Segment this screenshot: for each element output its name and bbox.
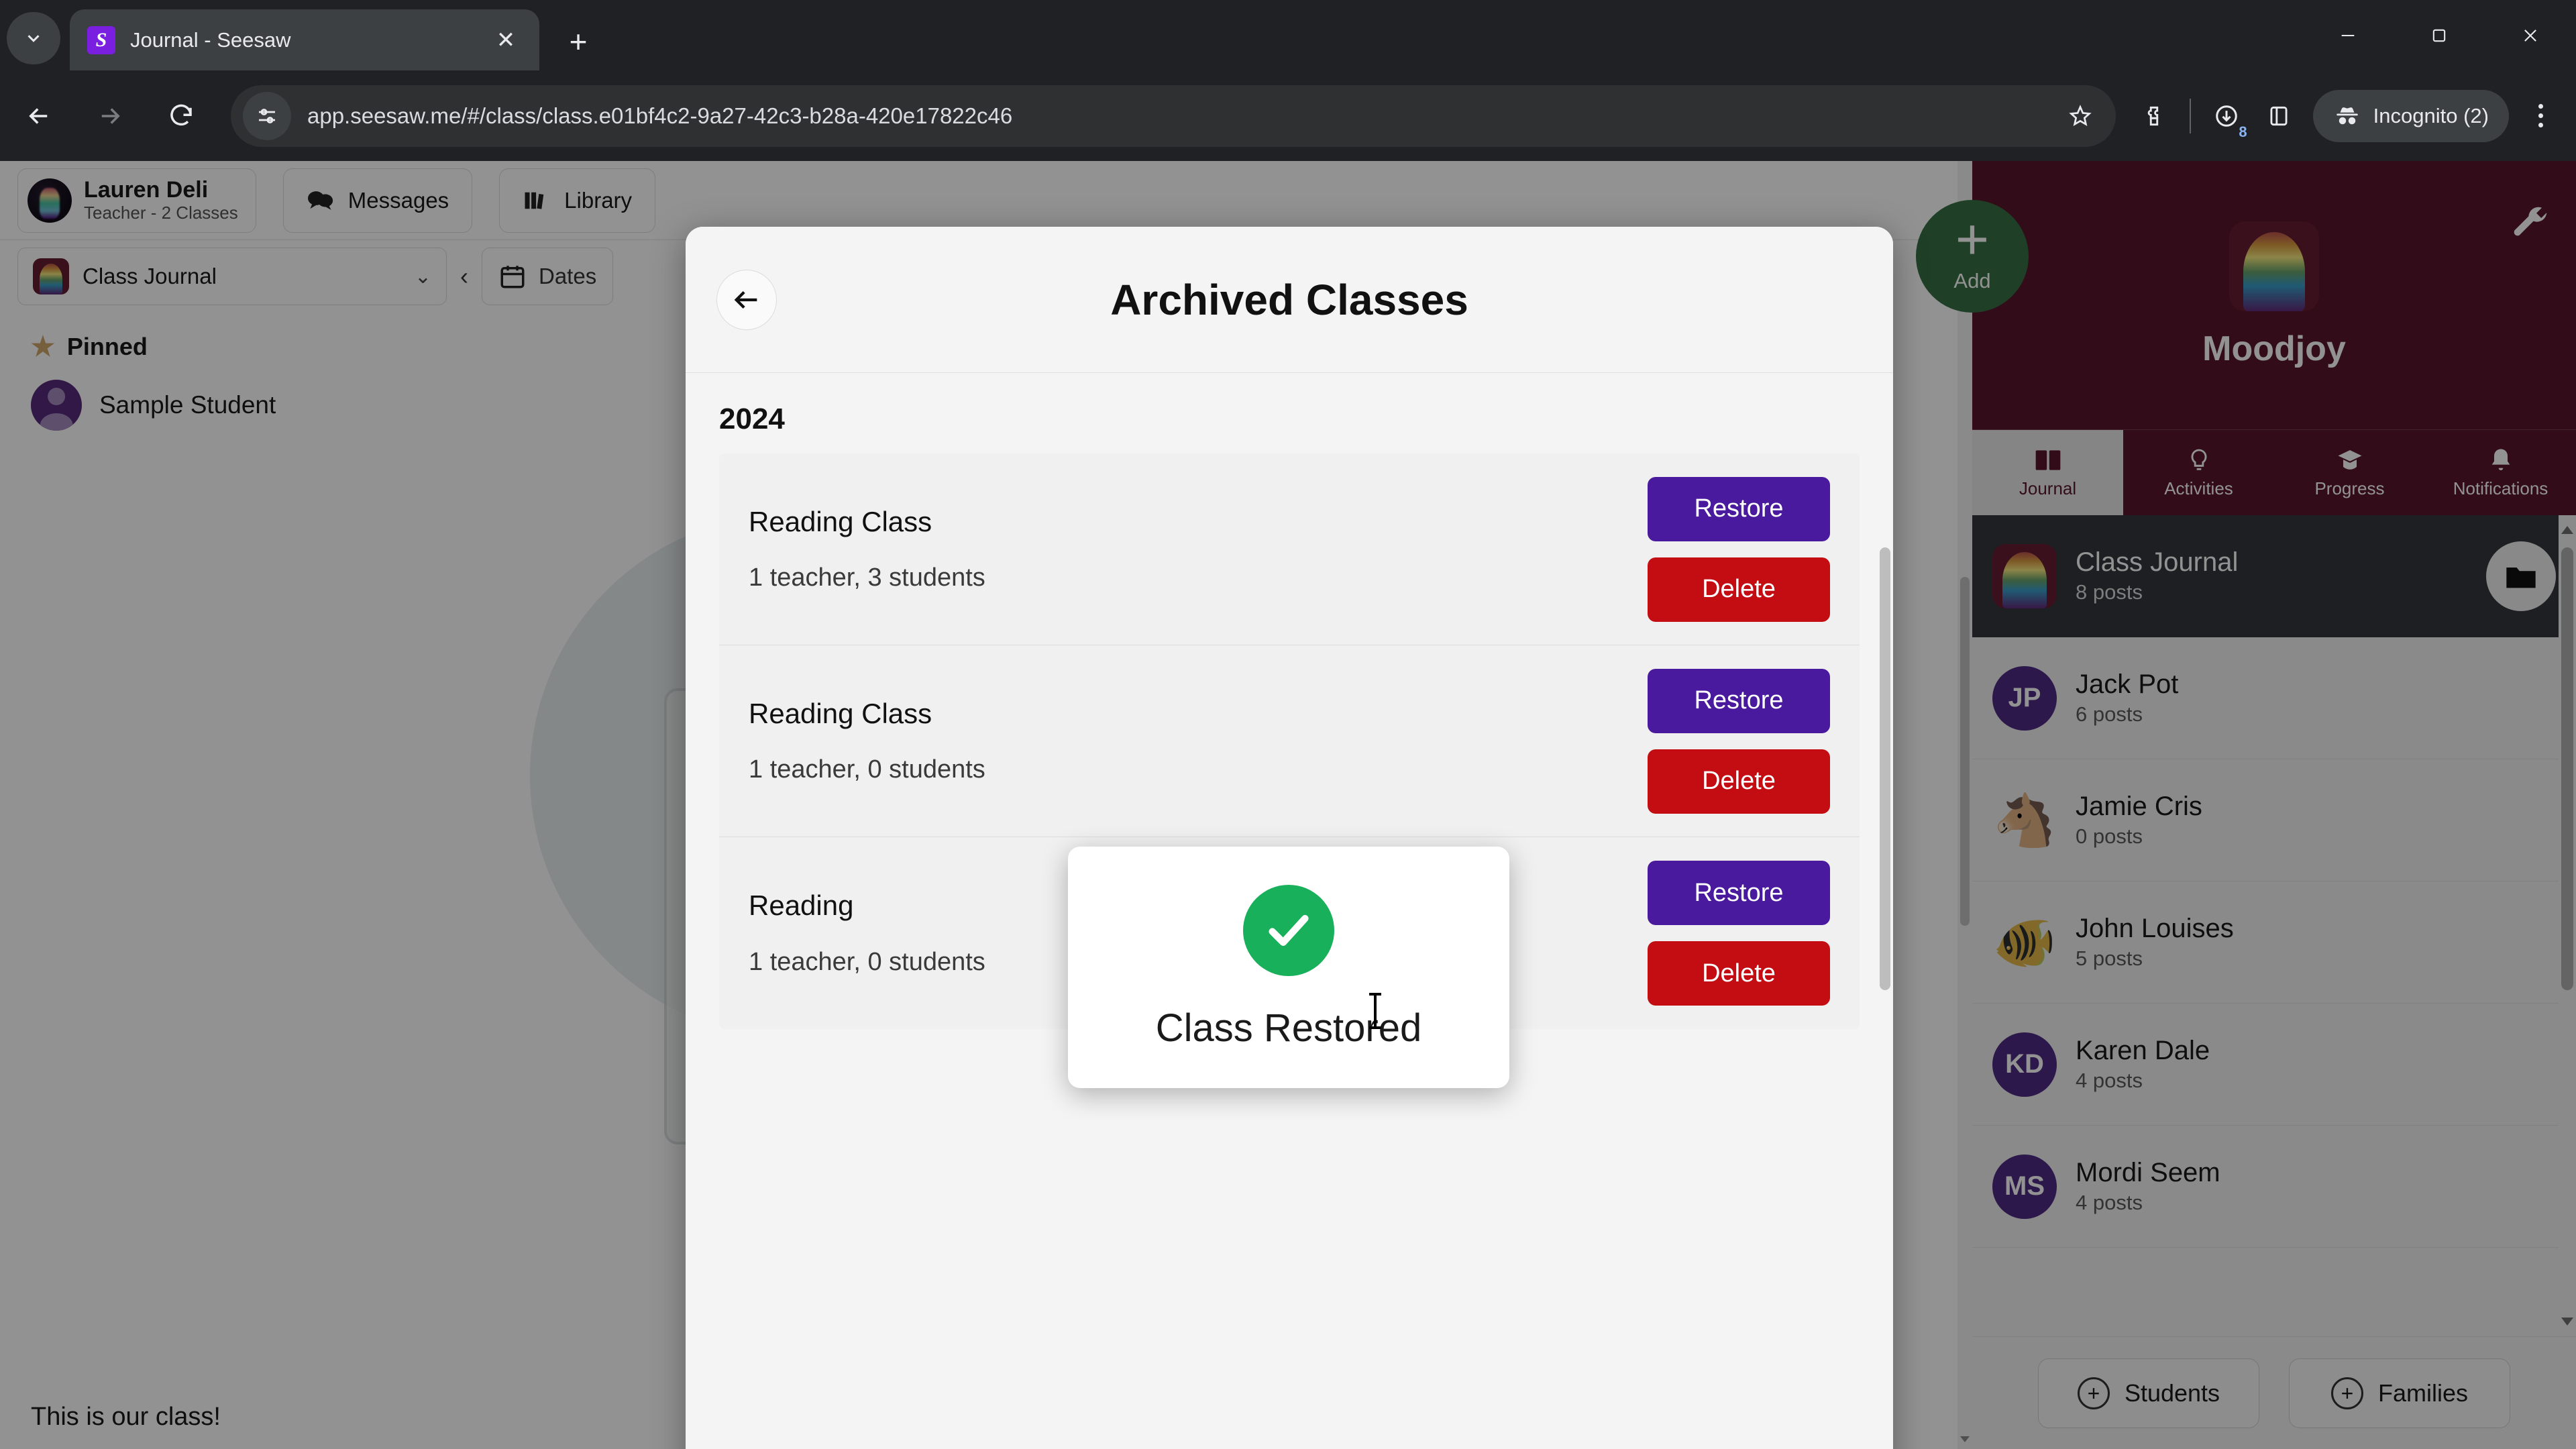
site-settings-icon[interactable] [243,91,291,140]
close-icon [2524,29,2536,42]
table-row: Reading Class 1 teacher, 0 students Rest… [719,645,1860,837]
class-members: 1 teacher, 0 students [749,755,985,784]
address-bar[interactable]: app.seesaw.me/#/class/class.e01bf4c2-9a2… [231,85,2116,147]
back-button[interactable] [716,269,777,330]
tab-strip: S Journal - Seesaw ✕ + [0,0,2576,70]
new-tab-button[interactable]: + [558,21,598,62]
chrome-menu-button[interactable] [2514,90,2567,142]
side-panel-icon [2270,106,2288,125]
url-text: app.seesaw.me/#/class/class.e01bf4c2-9a2… [307,103,1013,128]
window-controls [2302,0,2576,70]
forward-button[interactable] [78,84,142,148]
arrow-left-icon [29,107,48,124]
delete-button[interactable]: Delete [1648,749,1830,814]
delete-button[interactable]: Delete [1648,941,1830,1006]
download-icon [2215,105,2237,127]
close-icon[interactable]: ✕ [490,24,522,56]
cursor-stem [1374,993,1377,1029]
archived-classes-dialog: Archived Classes 2024 Reading Class 1 te… [686,227,1893,1449]
incognito-label: Incognito (2) [2373,103,2489,127]
puzzle-icon [2147,106,2158,125]
seesaw-favicon: S [87,25,115,54]
class-name: Reading Class [749,697,932,729]
incognito-profile-button[interactable]: Incognito (2) [2312,89,2509,142]
reload-icon [170,104,192,125]
check-icon [1269,914,1309,946]
class-info: Reading Class 1 teacher, 0 students [719,696,1648,787]
restore-button[interactable]: Restore [1648,476,1830,541]
menu-dot [2538,113,2543,118]
downloads-badge: 8 [2239,123,2247,140]
class-members: 1 teacher, 3 students [749,564,985,592]
reload-button[interactable] [149,84,213,148]
back-button[interactable] [7,84,71,148]
omnibox-toolbar: app.seesaw.me/#/class/class.e01bf4c2-9a2… [0,70,2576,161]
browser-tab[interactable]: S Journal - Seesaw ✕ [70,9,539,70]
side-panel-button[interactable] [2253,90,2305,142]
chrome-browser-window: S Journal - Seesaw ✕ + app.seesaw.me/#/c… [0,0,2576,1449]
arrow-left-icon [734,290,757,309]
scrollbar-thumb[interactable] [1880,547,1890,990]
menu-dot [2538,104,2543,109]
arrow-right-icon [101,107,120,124]
toast-message: Class Restored [1155,1006,1422,1050]
class-name: Reading Class [749,505,932,537]
class-info: Reading Class 1 teacher, 3 students [719,504,1648,595]
maximize-icon [2432,29,2446,42]
row-actions: Restore Delete [1648,476,1860,622]
close-window-button[interactable] [2485,0,2576,70]
dialog-title: Archived Classes [1110,275,1468,324]
extensions-button[interactable] [2128,90,2180,142]
dialog-header: Archived Classes [686,227,1893,373]
year-heading: 2024 [719,402,785,435]
class-restored-toast: Class Restored [1068,847,1509,1088]
incognito-icon [2336,107,2358,124]
row-actions: Restore Delete [1648,668,1860,814]
check-circle-icon [1243,884,1334,976]
dialog-scrollbar[interactable] [1880,547,1890,1449]
page-viewport: Lauren Deli Teacher - 2 Classes Messages… [0,161,2576,1449]
table-row: Reading Class 1 teacher, 3 students Rest… [719,453,1860,645]
maximize-button[interactable] [2394,0,2485,70]
delete-button[interactable]: Delete [1648,557,1830,622]
chevron-down-icon [28,35,40,42]
minimize-button[interactable] [2302,0,2394,70]
row-actions: Restore Delete [1648,861,1860,1006]
restore-button[interactable]: Restore [1648,668,1830,733]
bookmark-star-button[interactable] [2057,93,2104,140]
star-icon [2068,104,2092,126]
menu-dot [2538,123,2543,127]
favicon-letter: S [95,28,107,51]
toolbar-divider [2189,98,2191,133]
tab-title: Journal - Seesaw [130,28,291,52]
sliders-icon [259,108,275,123]
minimize-icon [2341,34,2355,36]
tab-search-button[interactable] [7,12,60,64]
downloads-button[interactable]: 8 [2200,90,2253,142]
text-cursor [1369,993,1381,1029]
restore-button[interactable]: Restore [1648,861,1830,925]
